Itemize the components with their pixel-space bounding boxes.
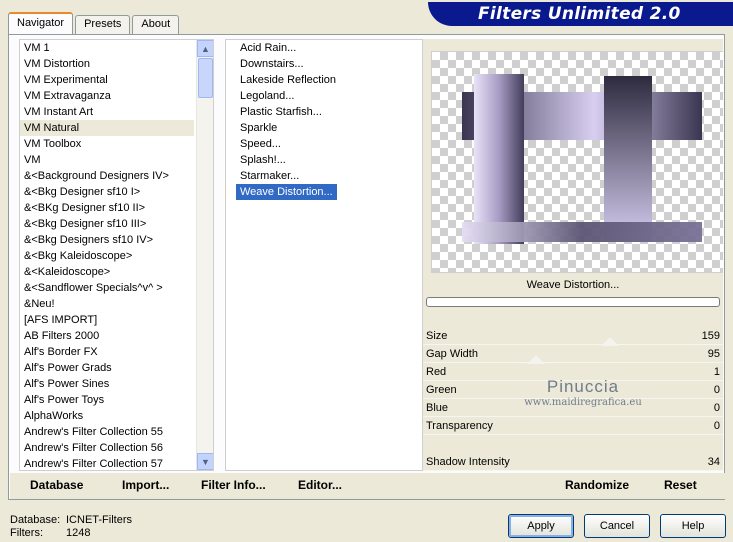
parameter-row[interactable]: Gap Width 95 xyxy=(423,345,723,363)
parameter-row[interactable]: Shadow Intensity 34 xyxy=(423,453,723,471)
preview-filter-name: Weave Distortion... xyxy=(423,275,723,295)
parameter-value: 0 xyxy=(713,420,720,432)
filter-info-button[interactable]: Filter Info... xyxy=(201,478,266,492)
category-item[interactable]: VM 1 xyxy=(20,40,194,56)
filter-item[interactable]: Lakeside Reflection xyxy=(236,72,340,88)
parameter-value: 95 xyxy=(707,348,720,360)
cancel-button[interactable]: Cancel xyxy=(584,514,650,538)
tab-about[interactable]: About xyxy=(132,15,180,34)
category-item[interactable]: VM Natural xyxy=(20,120,194,136)
category-item[interactable]: Andrew's Filter Collection 55 xyxy=(20,424,194,440)
filter-item[interactable]: Starmaker... xyxy=(236,168,303,184)
parameter-list: Size 159 Gap Width 95 Red 1 Green 0 Blue 0 Transpa… xyxy=(423,327,723,471)
filters-label: Filters: xyxy=(10,527,43,539)
scroll-up-icon[interactable]: ▲ xyxy=(197,40,213,57)
database-label: Database: xyxy=(10,514,61,526)
filter-list[interactable]: Acid Rain... Downstairs... Lakeside Reflec… xyxy=(225,39,423,471)
category-item[interactable]: VM xyxy=(20,152,194,168)
editor-button[interactable]: Editor... xyxy=(298,478,342,492)
category-item[interactable]: &<Kaleidoscope> xyxy=(20,264,194,280)
category-item[interactable]: VM Instant Art xyxy=(20,104,194,120)
category-item[interactable]: &Neu! xyxy=(20,296,194,312)
filters-count: 1248 xyxy=(66,527,91,539)
parameter-label: Green xyxy=(426,384,457,396)
category-item[interactable]: Alf's Power Toys xyxy=(20,392,194,408)
category-item[interactable]: &<Bkg Kaleidoscope> xyxy=(20,248,194,264)
parameter-row[interactable]: Red 1 xyxy=(423,363,723,381)
tab-strip: Navigator Presets About xyxy=(8,12,181,34)
parameter-value: 34 xyxy=(707,456,720,468)
help-button[interactable]: Help xyxy=(660,514,726,538)
tab-navigator[interactable]: Navigator xyxy=(8,12,74,34)
category-item[interactable]: Alf's Power Grads xyxy=(20,360,194,376)
preview-canvas xyxy=(431,51,723,273)
scroll-thumb[interactable] xyxy=(198,58,213,98)
category-item[interactable]: VM Experimental xyxy=(20,72,194,88)
tab-presets[interactable]: Presets xyxy=(75,15,131,34)
filter-item[interactable]: Acid Rain... xyxy=(236,40,300,56)
category-item[interactable]: VM Distortion xyxy=(20,56,194,72)
import-button[interactable]: Import... xyxy=(122,478,169,492)
filter-item[interactable]: Sparkle xyxy=(236,120,281,136)
parameter-value: 1 xyxy=(713,366,720,378)
progress-bar xyxy=(426,297,720,307)
parameter-row[interactable]: Size 159 xyxy=(423,327,723,345)
category-item[interactable]: &<Sandflower Specials^v^ > xyxy=(20,280,194,296)
parameter-label: Red xyxy=(426,366,447,378)
parameter-row[interactable]: Green 0 xyxy=(423,381,723,399)
parameter-label: Gap Width xyxy=(426,348,478,360)
category-item[interactable]: Alf's Border FX xyxy=(20,344,194,360)
parameter-row[interactable]: Blue 0 xyxy=(423,399,723,417)
category-item[interactable]: VM Toolbox xyxy=(20,136,194,152)
category-item[interactable]: VM Extravaganza xyxy=(20,88,194,104)
preview-panel: Weave Distortion... Size 159 Gap Width 95 Re… xyxy=(423,39,723,471)
category-item[interactable]: AB Filters 2000 xyxy=(20,328,194,344)
apply-button[interactable]: Apply xyxy=(508,514,574,538)
slider-marker-icon xyxy=(601,337,619,346)
category-item[interactable]: Andrew's Filter Collection 57 xyxy=(20,456,194,470)
database-value: ICNET-Filters xyxy=(66,514,132,526)
filter-item[interactable]: Splash!... xyxy=(236,152,290,168)
category-item[interactable]: Alf's Power Sines xyxy=(20,376,194,392)
filter-item[interactable]: Weave Distortion... xyxy=(236,184,337,200)
filter-item[interactable]: Speed... xyxy=(236,136,285,152)
category-list[interactable]: VM 1 VM Distortion VM Experimental VM Extra… xyxy=(19,39,214,471)
parameter-value: 0 xyxy=(713,402,720,414)
scroll-down-icon[interactable]: ▼ xyxy=(197,453,213,470)
category-item[interactable]: &<Bkg Designer sf10 III> xyxy=(20,216,194,232)
parameter-value: 0 xyxy=(713,384,720,396)
parameter-label: Transparency xyxy=(426,420,493,432)
category-item[interactable]: Andrew's Filter Collection 56 xyxy=(20,440,194,456)
category-item[interactable]: &<Bkg Designer sf10 I> xyxy=(20,184,194,200)
parameter-row[interactable]: Transparency 0 xyxy=(423,417,723,435)
reset-button[interactable]: Reset xyxy=(664,478,697,492)
category-item[interactable]: [AFS IMPORT] xyxy=(20,312,194,328)
filter-item[interactable]: Legoland... xyxy=(236,88,298,104)
app-banner: Filters Unlimited 2.0 xyxy=(428,2,733,26)
category-item[interactable]: AlphaWorks xyxy=(20,408,194,424)
parameter-value: 159 xyxy=(701,330,720,342)
category-item[interactable]: &<Bkg Designers sf10 IV> xyxy=(20,232,194,248)
parameter-label: Size xyxy=(426,330,448,342)
weave-preview-image xyxy=(462,74,702,244)
parameter-label: Blue xyxy=(426,402,449,414)
parameter-label: Shadow Intensity xyxy=(426,456,510,468)
action-bar: Database Import... Filter Info... Editor… xyxy=(10,473,725,499)
category-item[interactable]: &<Background Designers IV> xyxy=(20,168,194,184)
navigator-frame: VM 1 VM Distortion VM Experimental VM Extra… xyxy=(8,34,725,500)
filter-item[interactable]: Downstairs... xyxy=(236,56,308,72)
category-scrollbar[interactable]: ▲ ▼ xyxy=(196,40,213,470)
status-area: Database: ICNET-Filters Filters: 1248 xyxy=(10,514,132,540)
filter-item[interactable]: Plastic Starfish... xyxy=(236,104,326,120)
category-item[interactable]: &<BKg Designer sf10 II> xyxy=(20,200,194,216)
randomize-button[interactable]: Randomize xyxy=(565,478,629,492)
slider-marker-icon xyxy=(527,355,545,364)
database-button[interactable]: Database xyxy=(30,478,83,492)
